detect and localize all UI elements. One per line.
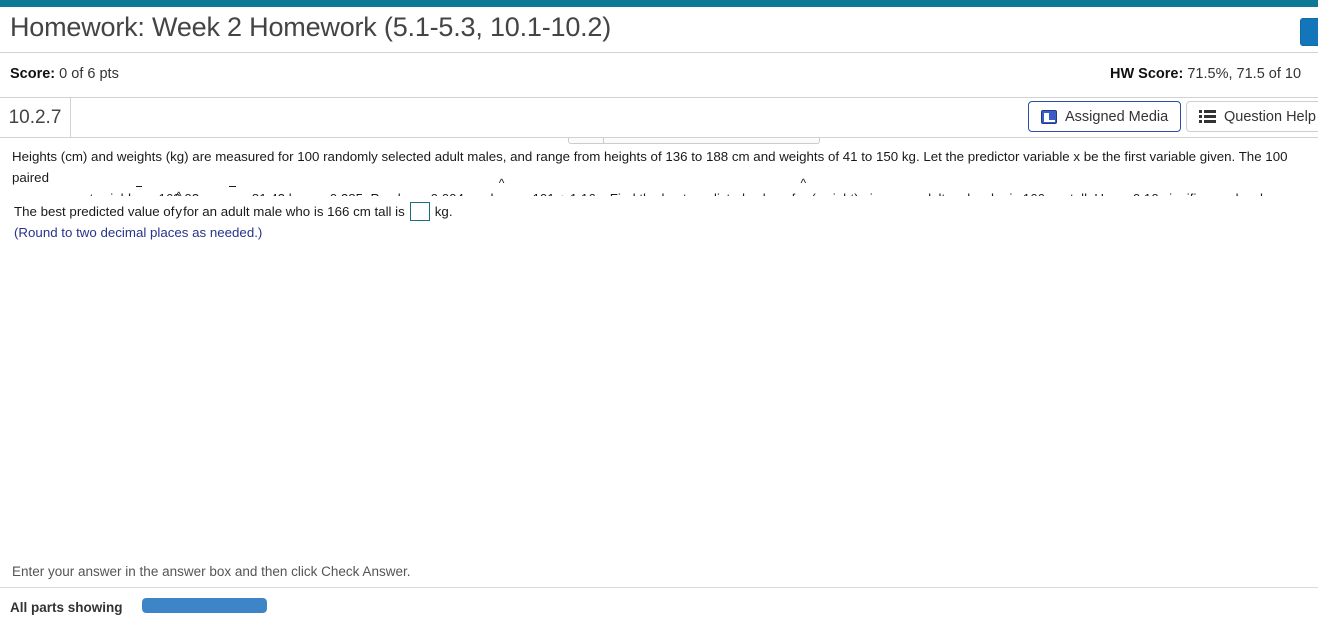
parts-progress-bar [142,598,267,613]
hw-score-display: HW Score: 71.5%, 71.5 of 10 [1110,66,1301,82]
score-value: 0 of 6 pts [59,66,119,82]
assigned-media-button[interactable]: Assigned Media [1028,101,1182,132]
save-button[interactable]: S [1300,18,1318,46]
homework-page: Homework: Week 2 Homework (5.1-5.3, 10.1… [0,0,1318,617]
assigned-media-label: Assigned Media [1065,108,1169,125]
y-hat-symbol-answer: y [174,190,183,222]
problem-line-1: Heights (cm) and weights (kg) are measur… [12,146,1306,188]
bulleted-list-icon [1199,110,1216,123]
question-help-button[interactable]: Question Help [1186,101,1318,132]
parts-progress-fill [142,598,267,613]
question-help-label: Question Help [1224,108,1316,125]
media-monitor-icon [1041,109,1057,124]
answer-prompt-prefix: The best predicted value of [14,204,175,219]
problem-text-1: Heights (cm) and weights (kg) are measur… [12,149,1288,185]
answer-input[interactable] [409,202,430,221]
answer-prompt: The best predicted value of y for an adu… [14,190,453,222]
top-accent-strip [0,0,1318,7]
hw-score-value: 71.5%, 71.5 of 10 [1187,66,1302,82]
score-label: Score: [10,66,56,82]
title-bar: Homework: Week 2 Homework (5.1-5.3, 10.1… [0,7,1318,53]
question-number: 10.2.7 [0,98,71,137]
score-display: Score: 0 of 6 pts [10,66,119,82]
answer-area: The best predicted value of y for an adu… [0,190,1318,554]
hw-score-label: HW Score: [1110,66,1184,82]
instruction-text: Enter your answer in the answer box and … [12,564,411,579]
score-bar: Score: 0 of 6 pts 13 of 15 (11 complete)… [0,53,1318,144]
page-title: Homework: Week 2 Homework (5.1-5.3, 10.1… [10,12,612,42]
instruction-strip: Enter your answer in the answer box and … [0,560,1318,588]
parts-showing-label: All parts showing [10,600,123,615]
bottom-bar: All parts showing Clear All Check Answer [0,589,1318,617]
rounding-note: (Round to two decimal places as needed.) [14,225,263,240]
answer-unit-label: kg. [434,204,453,219]
answer-prompt-middle: for an adult male who is 166 cm tall is [183,204,405,219]
